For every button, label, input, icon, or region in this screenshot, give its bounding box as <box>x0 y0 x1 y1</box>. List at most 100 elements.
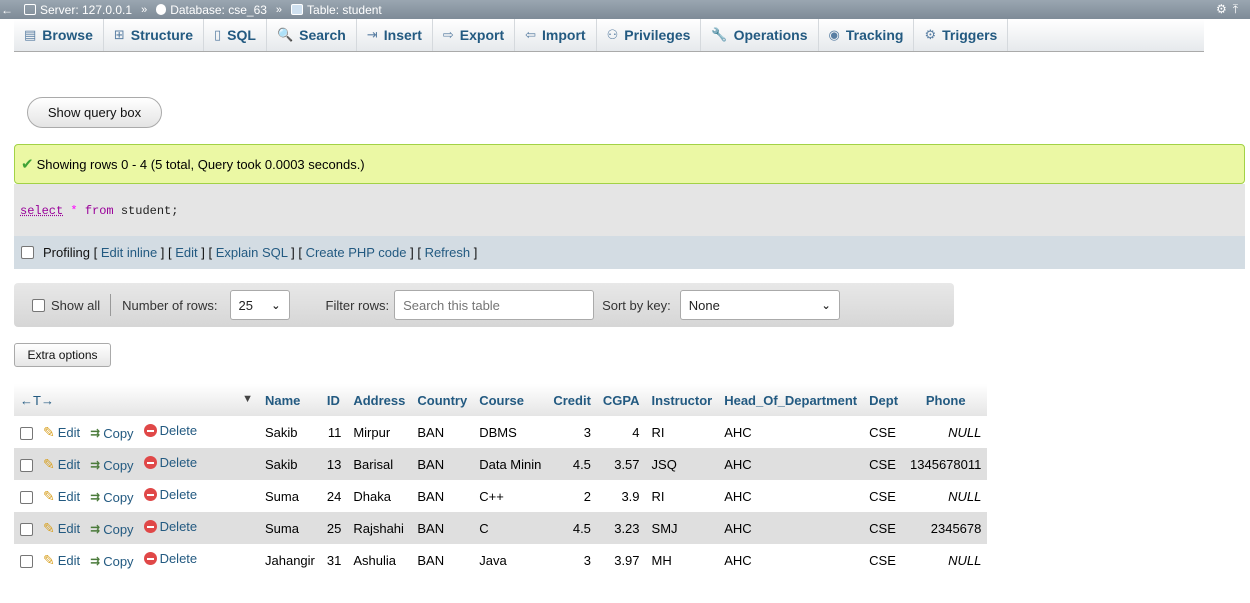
cell-id[interactable]: 13 <box>320 448 348 480</box>
cell-name[interactable]: Sakib <box>259 416 321 448</box>
breadcrumb-server[interactable]: Server: 127.0.0.1 <box>40 3 132 17</box>
cell-course[interactable]: C++ <box>473 480 548 512</box>
edit-row-link[interactable]: ✎ Edit <box>43 552 80 569</box>
edit-row-link[interactable]: ✎ Edit <box>43 456 80 473</box>
cell-country[interactable]: BAN <box>411 544 474 576</box>
cell-credit[interactable]: 3 <box>547 544 597 576</box>
delete-row-link[interactable]: Delete <box>143 423 197 438</box>
cell-course[interactable]: Data Minin <box>473 448 548 480</box>
cell-cgpa[interactable]: 3.9 <box>596 480 646 512</box>
column-header-phone[interactable]: Phone <box>904 384 988 416</box>
cell-phone[interactable]: NULL <box>904 416 988 448</box>
tab-triggers[interactable]: ⚙ Triggers <box>914 19 1009 51</box>
cell-head-of-department[interactable]: AHC <box>718 448 864 480</box>
cell-instructor[interactable]: SMJ <box>645 512 719 544</box>
cell-address[interactable]: Barisal <box>347 448 412 480</box>
row-checkbox[interactable] <box>20 459 33 473</box>
copy-row-link[interactable]: ⇉ Copy <box>90 554 133 569</box>
sort-select[interactable]: None ⌄ <box>679 290 840 320</box>
column-header-id[interactable]: ID <box>320 384 348 416</box>
edit-link[interactable]: Edit <box>175 245 197 260</box>
cell-head-of-department[interactable]: AHC <box>718 480 864 512</box>
cell-head-of-department[interactable]: AHC <box>718 544 864 576</box>
cell-dept[interactable]: CSE <box>863 544 905 576</box>
cell-cgpa[interactable]: 3.97 <box>596 544 646 576</box>
tab-operations[interactable]: 🔧 Operations <box>701 19 819 51</box>
cell-phone[interactable]: 1345678011 <box>904 448 988 480</box>
tab-structure[interactable]: ⊞ Structure <box>104 19 205 51</box>
cell-credit[interactable]: 3 <box>547 416 597 448</box>
edit-inline-link[interactable]: Edit inline <box>101 245 157 260</box>
cell-credit[interactable]: 4.5 <box>547 512 597 544</box>
delete-row-link[interactable]: Delete <box>143 551 197 566</box>
copy-row-link[interactable]: ⇉ Copy <box>90 426 133 441</box>
cell-head-of-department[interactable]: AHC <box>718 512 864 544</box>
sql-keyword-select[interactable]: select <box>20 204 63 218</box>
column-header-name[interactable]: Name <box>259 384 321 416</box>
copy-row-link[interactable]: ⇉ Copy <box>90 490 133 505</box>
collapse-arrow-icon[interactable]: ← <box>0 3 14 17</box>
tab-sql[interactable]: ▯ SQL <box>204 19 267 51</box>
cell-address[interactable]: Ashulia <box>347 544 412 576</box>
filter-input[interactable]: Search this table <box>394 290 595 320</box>
cell-cgpa[interactable]: 4 <box>596 416 646 448</box>
cell-head-of-department[interactable]: AHC <box>718 416 864 448</box>
cell-dept[interactable]: CSE <box>863 512 905 544</box>
tab-privileges[interactable]: ⚇ Privileges <box>597 19 702 51</box>
tab-import[interactable]: ⇦ Import <box>515 19 597 51</box>
row-checkbox[interactable] <box>20 491 33 505</box>
cell-credit[interactable]: 4.5 <box>547 448 597 480</box>
cell-name[interactable]: Suma <box>259 480 321 512</box>
cell-instructor[interactable]: MH <box>645 544 719 576</box>
cell-dept[interactable]: CSE <box>863 448 905 480</box>
breadcrumb-table[interactable]: Table: student <box>307 3 382 17</box>
tab-search[interactable]: 🔍 Search <box>267 19 357 51</box>
cell-address[interactable]: Mirpur <box>347 416 412 448</box>
column-header-head-of-department[interactable]: Head_Of_Department <box>718 384 864 416</box>
explain-sql-link[interactable]: Explain SQL <box>216 245 288 260</box>
delete-row-link[interactable]: Delete <box>143 455 197 470</box>
cell-id[interactable]: 31 <box>320 544 348 576</box>
cell-name[interactable]: Jahangir <box>259 544 321 576</box>
column-header-credit[interactable]: Credit <box>547 384 597 416</box>
show-all-checkbox[interactable] <box>32 298 45 312</box>
cell-course[interactable]: Java <box>473 544 548 576</box>
row-checkbox[interactable] <box>20 427 33 441</box>
row-checkbox[interactable] <box>20 523 33 537</box>
copy-row-link[interactable]: ⇉ Copy <box>90 522 133 537</box>
column-header-instructor[interactable]: Instructor <box>645 384 719 416</box>
extra-options-button[interactable]: Extra options <box>14 343 111 367</box>
profiling-checkbox[interactable] <box>21 246 34 259</box>
cell-address[interactable]: Rajshahi <box>347 512 412 544</box>
cell-country[interactable]: BAN <box>411 480 474 512</box>
refresh-link[interactable]: Refresh <box>425 245 471 260</box>
create-php-code-link[interactable]: Create PHP code <box>306 245 407 260</box>
column-header-dept[interactable]: Dept <box>863 384 905 416</box>
copy-row-link[interactable]: ⇉ Copy <box>90 458 133 473</box>
show-all-toggle[interactable]: Show all <box>32 298 100 313</box>
cell-name[interactable]: Suma <box>259 512 321 544</box>
cell-course[interactable]: DBMS <box>473 416 548 448</box>
cell-phone[interactable]: NULL <box>904 544 988 576</box>
cell-cgpa[interactable]: 3.57 <box>596 448 646 480</box>
delete-row-link[interactable]: Delete <box>143 519 197 534</box>
edit-row-link[interactable]: ✎ Edit <box>43 520 80 537</box>
tab-browse[interactable]: ▤ Browse <box>14 19 104 51</box>
settings-gear-icon[interactable]: ⚙⤒ <box>1216 2 1244 17</box>
cell-id[interactable]: 24 <box>320 480 348 512</box>
column-header-address[interactable]: Address <box>347 384 412 416</box>
column-header-country[interactable]: Country <box>411 384 474 416</box>
show-query-box-button[interactable]: Show query box <box>27 97 162 128</box>
cell-phone[interactable]: 2345678 <box>904 512 988 544</box>
rows-select[interactable]: 25 ⌄ <box>229 290 290 320</box>
column-arrows-icon[interactable]: ←T→ <box>20 393 54 408</box>
cell-instructor[interactable]: RI <box>645 416 719 448</box>
tab-tracking[interactable]: ◉ Tracking <box>819 19 915 51</box>
column-arrows-header[interactable]: ←T→ ▼ <box>14 384 259 416</box>
edit-row-link[interactable]: ✎ Edit <box>43 488 80 505</box>
column-header-course[interactable]: Course <box>473 384 548 416</box>
sort-indicator-icon[interactable]: ▼ <box>242 393 253 405</box>
cell-course[interactable]: C <box>473 512 548 544</box>
cell-id[interactable]: 25 <box>320 512 348 544</box>
cell-country[interactable]: BAN <box>411 512 474 544</box>
